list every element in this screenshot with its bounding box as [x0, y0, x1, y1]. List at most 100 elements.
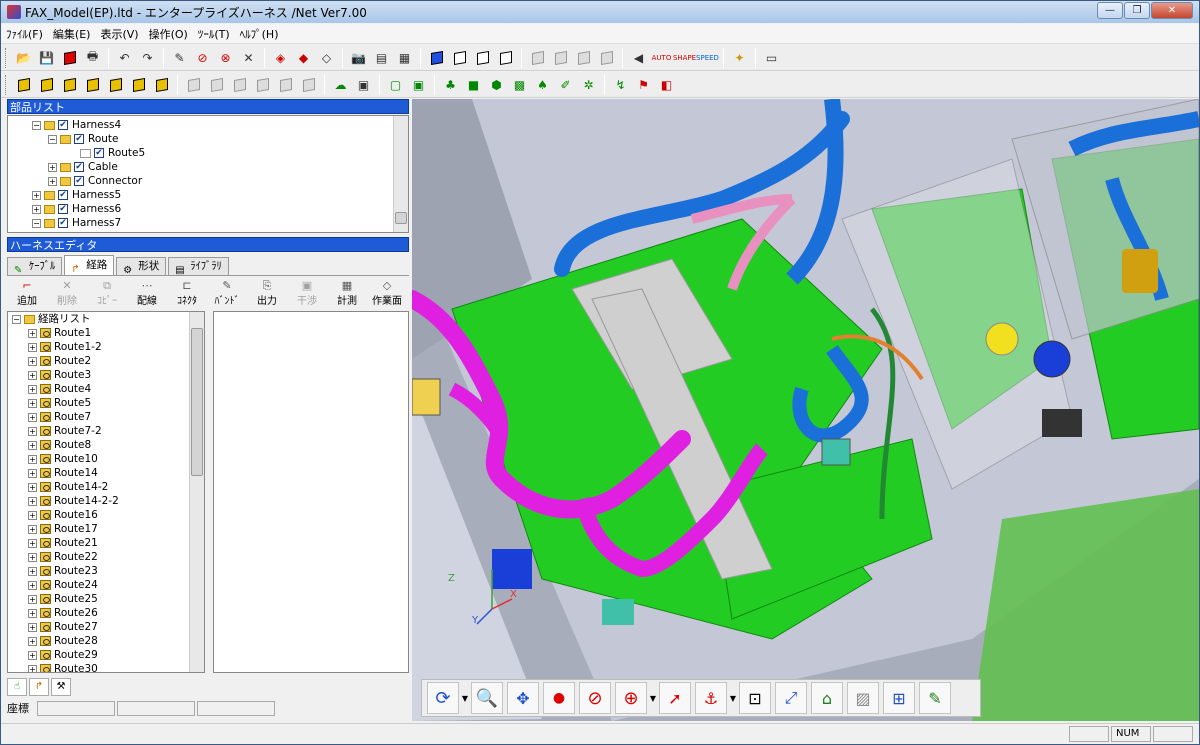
measure-button[interactable]: ▦ 計測: [327, 277, 367, 307]
select-icon[interactable]: ◈: [270, 47, 291, 68]
hatch-icon[interactable]: ▨: [847, 682, 879, 714]
expand-icon[interactable]: +: [28, 594, 37, 604]
route-list-item[interactable]: + Route3: [8, 368, 204, 382]
expand-icon[interactable]: +: [28, 580, 37, 590]
pencil-icon[interactable]: ✎: [169, 47, 190, 68]
expand-icon[interactable]: +: [32, 190, 41, 200]
hex-icon[interactable]: ⬢: [486, 74, 507, 95]
expand-icon[interactable]: +: [28, 384, 37, 394]
band-button[interactable]: ✎ ﾊﾞﾝﾄﾞ: [207, 277, 247, 307]
route-list-item[interactable]: + Route2: [8, 354, 204, 368]
route-edit-icon[interactable]: ↯: [610, 74, 631, 95]
expand-icon[interactable]: +: [28, 552, 37, 562]
expand-icon[interactable]: +: [28, 454, 37, 464]
select-all-icon[interactable]: ◆: [293, 47, 314, 68]
restore-button[interactable]: ❐: [1124, 2, 1150, 19]
route-list-item[interactable]: + Route26: [8, 606, 204, 620]
home-view-icon[interactable]: ⌂: [811, 682, 843, 714]
expand-icon[interactable]: +: [32, 204, 41, 214]
view-front-icon[interactable]: [527, 47, 548, 68]
route-list-root[interactable]: − 経路リスト: [8, 312, 204, 326]
route-list-item[interactable]: + Route5: [8, 396, 204, 410]
expand-icon[interactable]: +: [28, 650, 37, 660]
route-list-item[interactable]: + Route29: [8, 648, 204, 662]
anchor-dropdown-icon[interactable]: ▼: [729, 682, 737, 714]
camera-icon[interactable]: 📷: [348, 47, 369, 68]
wiring-button[interactable]: ⋯ 配線: [127, 277, 167, 307]
part-icon[interactable]: ■: [463, 74, 484, 95]
outline-cube-icon[interactable]: [495, 47, 516, 68]
visibility-checkbox[interactable]: ✔: [74, 134, 84, 144]
window-icon[interactable]: ▭: [761, 47, 782, 68]
pan-icon[interactable]: ✥: [507, 682, 539, 714]
visibility-checkbox[interactable]: ✔: [58, 218, 68, 228]
parts-tree-item[interactable]: ✔ Route5: [8, 146, 408, 160]
route-tree[interactable]: − 経路リスト + Route1 + Route1-2 + Route2 + Route3 + R…: [7, 311, 205, 673]
shape-icon[interactable]: SHAPE: [673, 47, 696, 68]
rotate-dropdown-icon[interactable]: ▼: [461, 682, 469, 714]
route-list-item[interactable]: + Route10: [8, 452, 204, 466]
shaded-cube-icon[interactable]: [426, 47, 447, 68]
solid-cube-2-icon[interactable]: [36, 74, 57, 95]
parts-tree-scroll-thumb[interactable]: [395, 212, 407, 224]
solid-cube-3-icon[interactable]: [59, 74, 80, 95]
undo-icon[interactable]: ↶: [114, 47, 135, 68]
expand-icon[interactable]: +: [28, 398, 37, 408]
menu-view[interactable]: 表示(V): [95, 26, 143, 42]
close-button[interactable]: ✕: [1151, 2, 1193, 19]
route-tab-icon[interactable]: ↱: [29, 678, 49, 696]
route-list-item[interactable]: + Route16: [8, 508, 204, 522]
monitor-icon[interactable]: ▣: [353, 74, 374, 95]
model-icon[interactable]: [59, 47, 80, 68]
fit-all-icon[interactable]: ⤢: [775, 682, 807, 714]
tab-route[interactable]: ↱ 経路: [64, 255, 115, 275]
view-back-icon[interactable]: [550, 47, 571, 68]
robot-icon[interactable]: ♣: [440, 74, 461, 95]
route-list-item[interactable]: + Route14-2-2: [8, 494, 204, 508]
flag-icon[interactable]: ⚑: [633, 74, 654, 95]
expand-icon[interactable]: +: [48, 162, 57, 172]
parts-tree-item[interactable]: + ✔ Harness5: [8, 188, 408, 202]
visibility-checkbox[interactable]: ✔: [58, 204, 68, 214]
solid-cube-4-icon[interactable]: [82, 74, 103, 95]
route-list-item[interactable]: + Route1-2: [8, 340, 204, 354]
minimize-button[interactable]: —: [1097, 2, 1123, 19]
no-select-icon[interactable]: ⊘: [579, 682, 611, 714]
gear-icon[interactable]: ✲: [578, 74, 599, 95]
brush-icon[interactable]: ✐: [555, 74, 576, 95]
wrench-icon[interactable]: ⚒: [51, 678, 71, 696]
route-list-item[interactable]: + Route30: [8, 662, 204, 672]
visibility-checkbox[interactable]: ✔: [74, 176, 84, 186]
parts-tree-scrollbar[interactable]: [393, 116, 408, 232]
visibility-checkbox[interactable]: ✔: [94, 148, 104, 158]
visibility-checkbox[interactable]: ✔: [58, 120, 68, 130]
layer-icon[interactable]: ▤: [371, 47, 392, 68]
parts-tree[interactable]: − ✔ Harness4− ✔ Route ✔ Route5 + ✔ Cable + ✔ Connect…: [7, 115, 409, 233]
parts-tree-item[interactable]: + ✔ Connector: [8, 174, 408, 188]
expand-icon[interactable]: +: [28, 608, 37, 618]
collapse-icon[interactable]: −: [48, 134, 57, 144]
solid-cube-5-icon[interactable]: [105, 74, 126, 95]
add-route-button[interactable]: ⌐ 追加: [7, 277, 47, 307]
paint-icon[interactable]: ✎: [919, 682, 951, 714]
route-list-item[interactable]: + Route23: [8, 564, 204, 578]
route-list-item[interactable]: + Route14: [8, 466, 204, 480]
parts-tree-item[interactable]: − ✔ Harness4: [8, 118, 408, 132]
box-icon[interactable]: ▩: [509, 74, 530, 95]
output-button[interactable]: ⎘ 出力: [247, 277, 287, 307]
expand-icon[interactable]: +: [28, 538, 37, 548]
expand-icon[interactable]: +: [28, 342, 37, 352]
show-icon[interactable]: ⊗: [215, 47, 236, 68]
route-list-item[interactable]: + Route7: [8, 410, 204, 424]
collapse-icon[interactable]: −: [32, 120, 41, 130]
target-dropdown-icon[interactable]: ▼: [649, 682, 657, 714]
parts-tree-item[interactable]: − ✔ Route: [8, 132, 408, 146]
expand-icon[interactable]: +: [28, 496, 37, 506]
view-top-icon[interactable]: [573, 47, 594, 68]
menu-edit[interactable]: 編集(E): [48, 26, 96, 42]
route-list-item[interactable]: + Route21: [8, 536, 204, 550]
sound-icon[interactable]: ◀: [628, 47, 649, 68]
route-list-item[interactable]: + Route25: [8, 592, 204, 606]
solid-cube-6-icon[interactable]: [128, 74, 149, 95]
expand-icon[interactable]: +: [28, 566, 37, 576]
